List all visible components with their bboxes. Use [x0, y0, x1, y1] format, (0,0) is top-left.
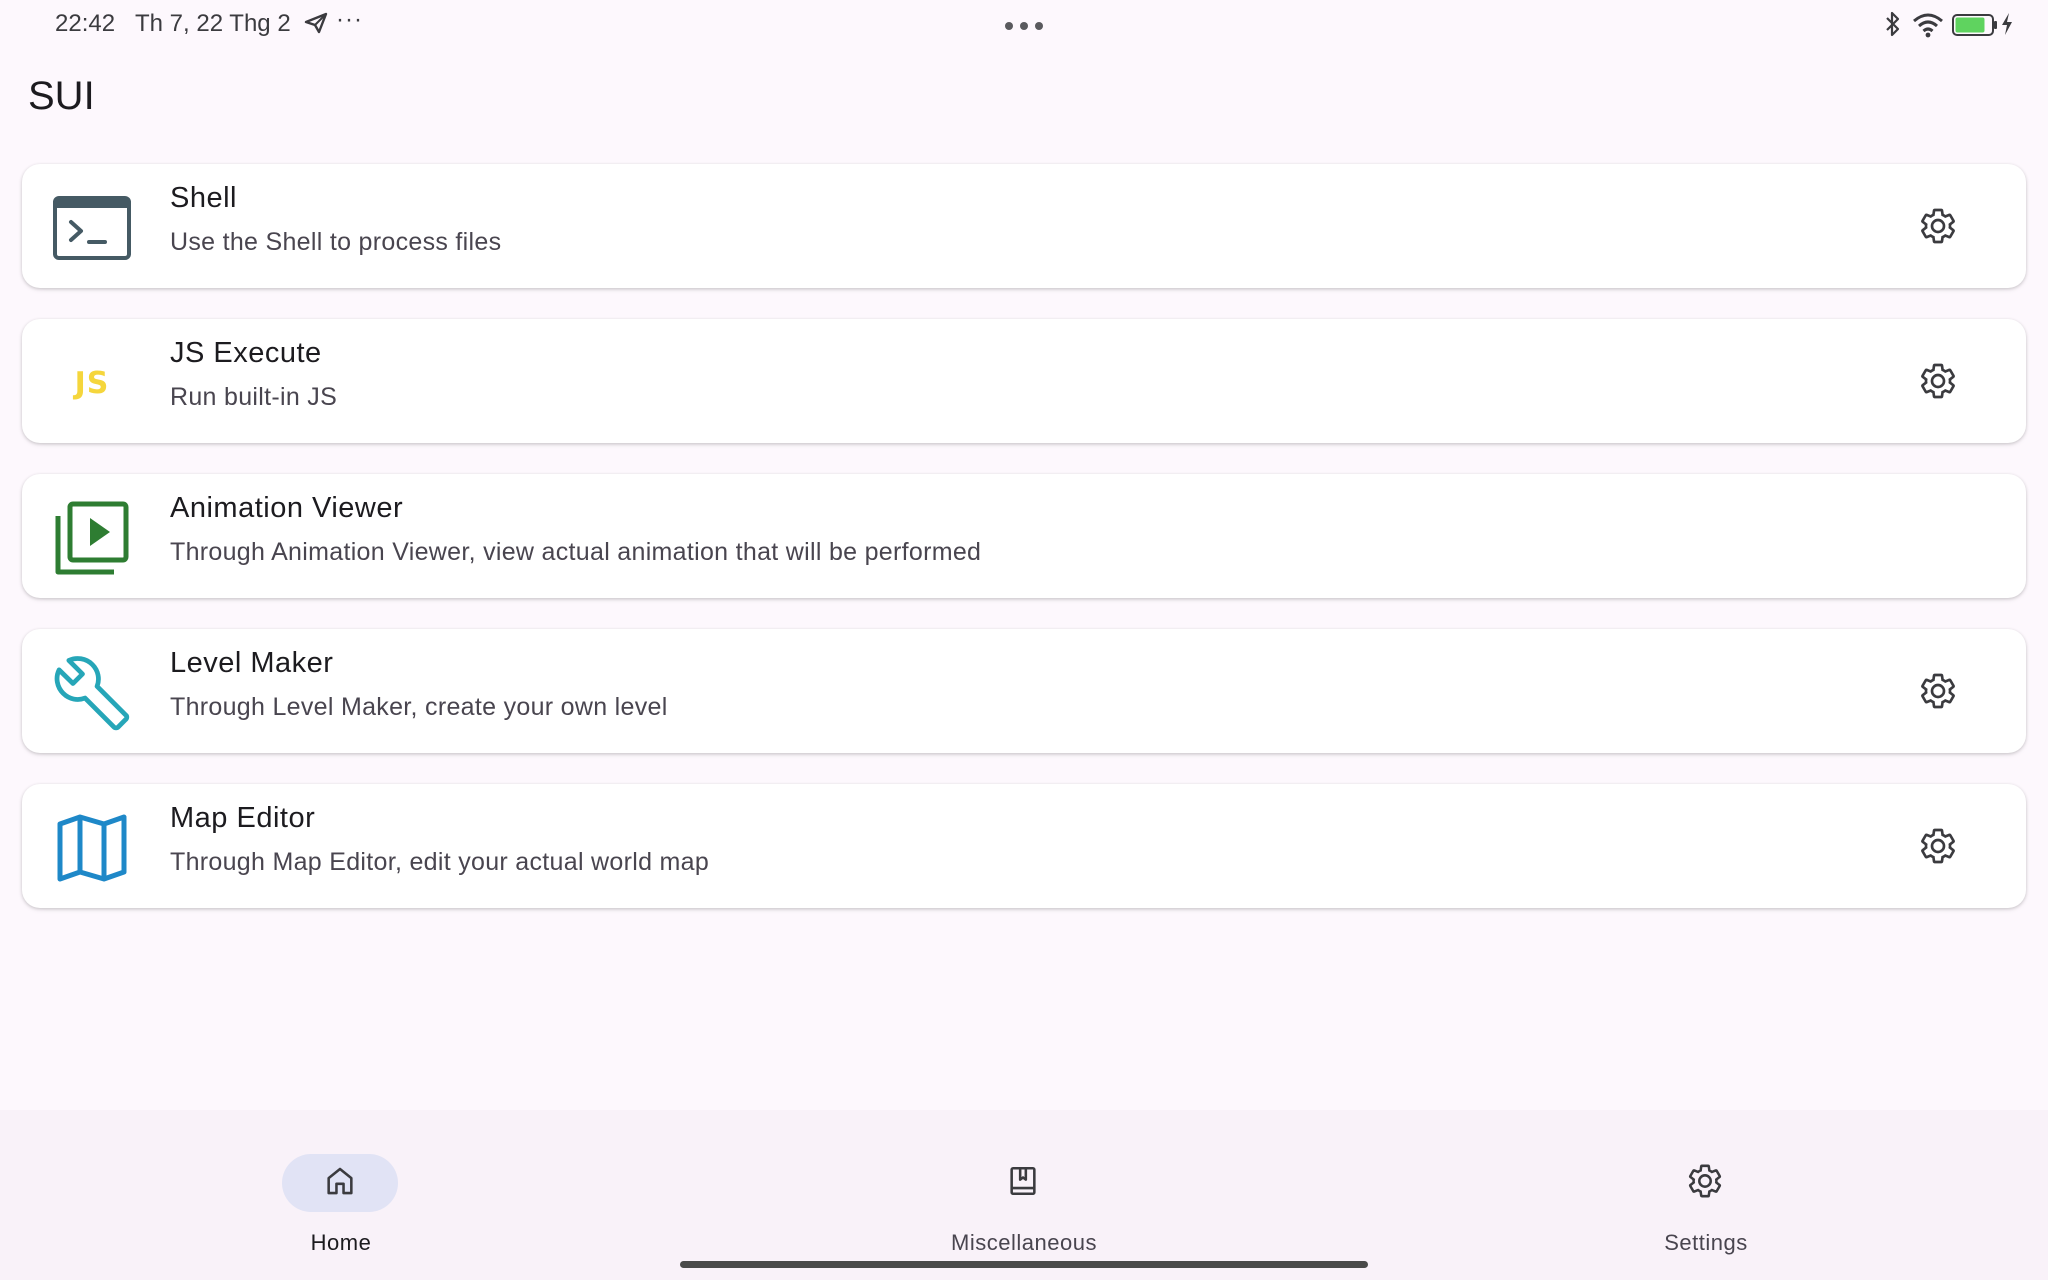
tool-card-shell[interactable]: Shell Use the Shell to process files: [22, 164, 2026, 288]
tool-card-title: Shell: [170, 182, 237, 214]
tool-card-level-maker[interactable]: Level Maker Through Level Maker, create …: [22, 629, 2026, 753]
bluetooth-icon: [1884, 10, 1902, 43]
wifi-icon: [1912, 12, 1944, 43]
animation-icon: [52, 498, 132, 578]
tool-card-subtitle: Through Animation Viewer, view actual an…: [170, 538, 982, 566]
wrench-icon: [52, 653, 132, 733]
js-icon: JS: [52, 343, 132, 423]
nav-icon-container: [965, 1154, 1081, 1212]
tool-card-title: Map Editor: [170, 802, 316, 834]
tool-card-js-execute[interactable]: JS JS Execute Run built-in JS: [22, 319, 2026, 443]
tool-list: Shell Use the Shell to process files JS …: [22, 164, 2026, 939]
tool-card-title: JS Execute: [170, 337, 322, 369]
nav-item-home[interactable]: Home: [241, 1132, 441, 1255]
nav-active-indicator: [282, 1154, 398, 1212]
tool-card-title: Level Maker: [170, 647, 334, 679]
battery-icon: [1952, 14, 1998, 41]
map-icon: [52, 808, 132, 888]
status-bar: 22:42 Th 7, 22 Thg 2 ···: [0, 0, 2048, 48]
nav-icon-container: [1647, 1154, 1763, 1212]
charging-icon: [2000, 12, 2014, 41]
gear-icon: [1686, 1162, 1724, 1205]
card-settings-gear-icon[interactable]: [1918, 671, 1958, 711]
tool-card-subtitle: Through Level Maker, create your own lev…: [170, 693, 668, 721]
tool-card-subtitle: Run built-in JS: [170, 383, 338, 411]
card-settings-gear-icon[interactable]: [1918, 826, 1958, 866]
notification-more-icon: ···: [336, 6, 363, 33]
tool-card-subtitle: Through Map Editor, edit your actual wor…: [170, 848, 710, 876]
terminal-icon: [52, 188, 132, 268]
card-settings-gear-icon[interactable]: [1918, 206, 1958, 246]
tool-card-animation-viewer[interactable]: Animation Viewer Through Animation Viewe…: [22, 474, 2026, 598]
status-time: 22:42: [55, 10, 116, 37]
tool-card-map-editor[interactable]: Map Editor Through Map Editor, edit your…: [22, 784, 2026, 908]
home-icon: [323, 1164, 357, 1203]
more-dots-icon[interactable]: [1004, 18, 1044, 36]
bottom-navigation: Home Miscellaneous Settings: [0, 1110, 2048, 1280]
js-icon-text: JS: [74, 365, 110, 401]
send-icon: [304, 12, 328, 39]
status-date: Th 7, 22 Thg 2: [135, 10, 291, 37]
card-settings-gear-icon[interactable]: [1918, 361, 1958, 401]
nav-label-home: Home: [310, 1230, 372, 1255]
nav-item-miscellaneous[interactable]: Miscellaneous: [924, 1132, 1124, 1255]
tool-card-title: Animation Viewer: [170, 492, 404, 524]
gesture-home-indicator[interactable]: [680, 1261, 1368, 1268]
nav-label-miscellaneous: Miscellaneous: [951, 1230, 1097, 1255]
nav-label-settings: Settings: [1664, 1230, 1748, 1255]
app-title: SUI: [28, 74, 95, 118]
bookmark-book-icon: [1006, 1164, 1040, 1203]
tool-card-subtitle: Use the Shell to process files: [170, 228, 502, 256]
nav-item-settings[interactable]: Settings: [1606, 1132, 1806, 1255]
